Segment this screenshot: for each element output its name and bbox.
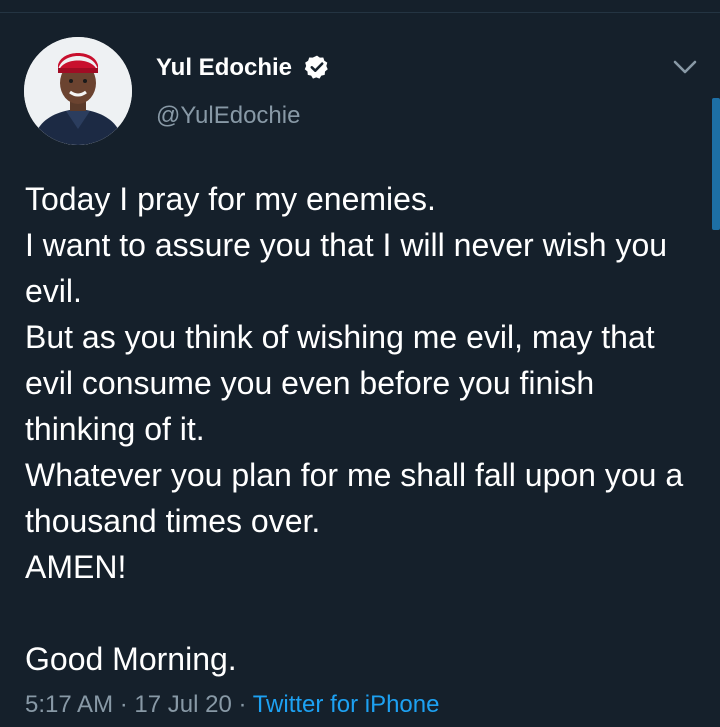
tweet-text: Today I pray for my enemies. I want to a… <box>25 181 684 677</box>
meta-separator: · <box>119 691 128 718</box>
tweet-time: 5:17 AM <box>25 691 114 718</box>
meta-separator: · <box>238 691 247 718</box>
tweet-meta: 5:17 AM · 17 Jul 20 · Twitter for iPhone <box>25 690 439 720</box>
avatar[interactable] <box>24 37 132 145</box>
author-display-name[interactable]: Yul Edochie <box>156 54 292 82</box>
tweet-source-link[interactable]: Twitter for iPhone <box>253 691 440 718</box>
verified-badge-icon <box>304 55 328 79</box>
author-handle[interactable]: @YulEdochie <box>156 102 300 130</box>
chevron-down-icon[interactable] <box>672 56 698 78</box>
divider <box>0 12 720 13</box>
tweet-date: 17 Jul 20 <box>134 691 232 718</box>
scrollbar[interactable] <box>712 98 720 230</box>
tweet-detail-screen: Yul Edochie @YulEdochie Today I pray for… <box>0 0 720 727</box>
